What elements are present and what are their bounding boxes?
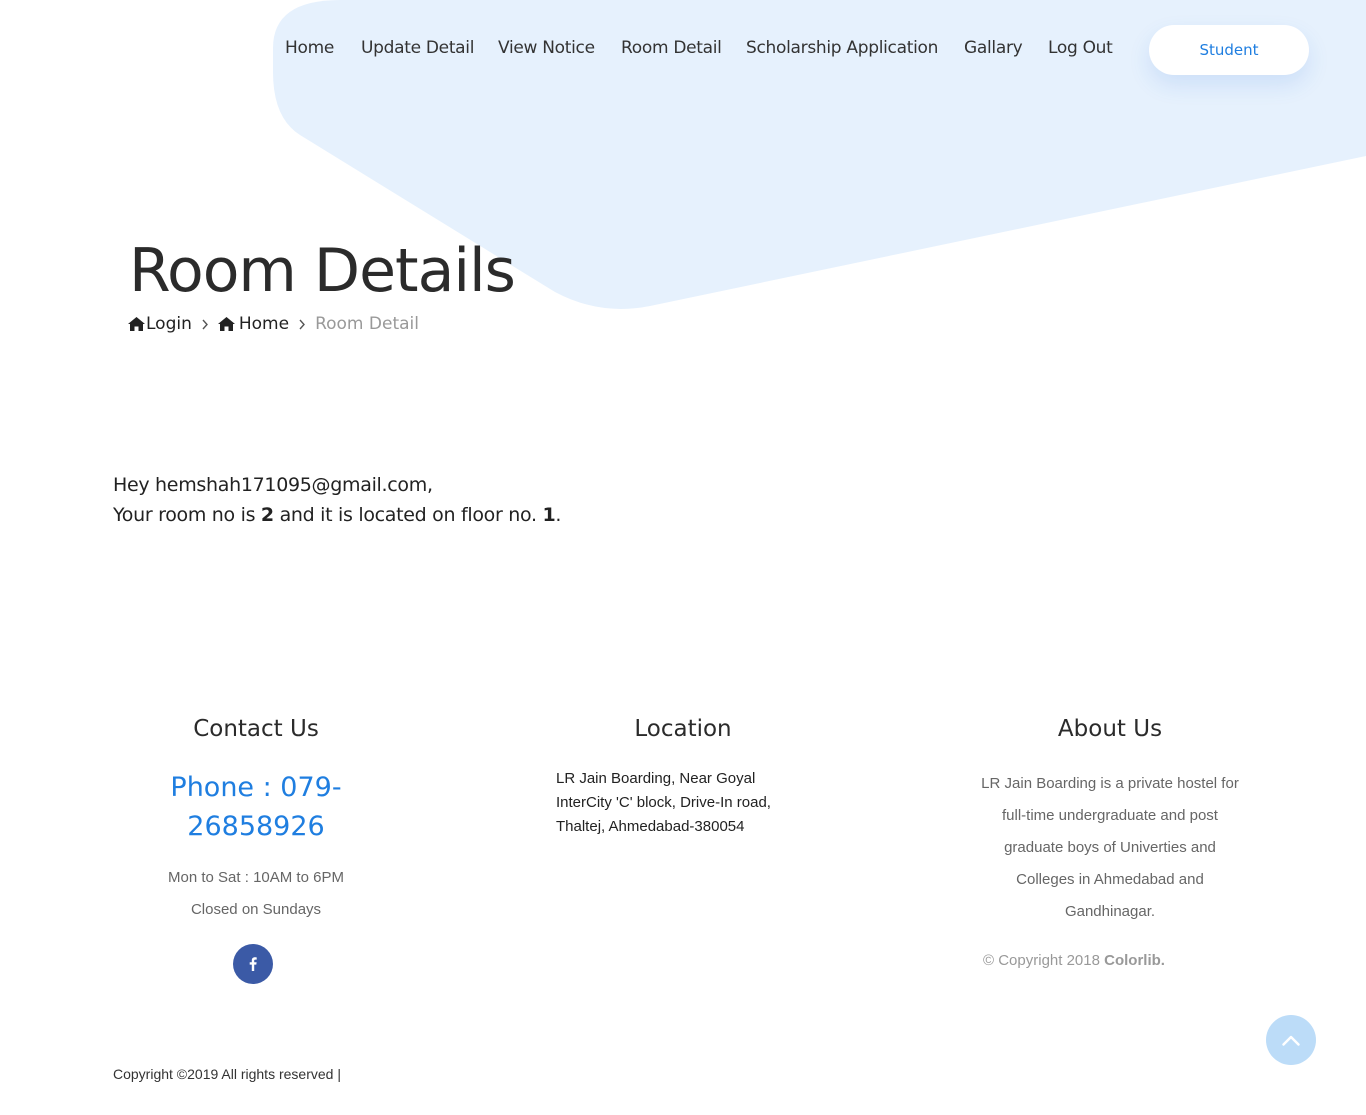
phone-number: Phone : 079-26858926 — [170, 772, 342, 842]
breadcrumb-current: Room Detail — [315, 314, 419, 334]
room-number: 2 — [260, 504, 274, 526]
copyright-prefix: © Copyright 2018 — [983, 952, 1105, 969]
room-info-text: Your room no is 2 and it is located on f… — [113, 500, 561, 530]
about-title: About Us — [1057, 716, 1163, 742]
room-info-suffix: . — [555, 504, 562, 526]
contact-title: Contact Us — [193, 716, 319, 742]
room-info-middle: and it is located on floor no. — [273, 504, 543, 526]
chevron-right-icon — [201, 319, 209, 330]
closed-text: Closed on Sundays — [190, 901, 322, 918]
facebook-icon — [249, 957, 257, 971]
room-info-prefix: Your room no is — [113, 504, 261, 526]
nav-update-detail[interactable]: Update Detail — [361, 38, 474, 58]
breadcrumb: Login Home Room Detail — [128, 314, 419, 334]
bottom-copyright: Copyright ©2019 All rights reserved | — [113, 1066, 341, 1082]
student-button[interactable]: Student — [1149, 25, 1309, 75]
copyright-2018: © Copyright 2018 Colorlib. — [983, 952, 1165, 969]
floor-number: 1 — [542, 504, 556, 526]
page-title: Room Details — [129, 236, 516, 306]
home-icon — [128, 317, 145, 331]
room-message: Hey hemshah171095@gmail.com, Your room n… — [113, 470, 561, 530]
greeting-text: Hey hemshah171095@gmail.com, — [113, 474, 433, 496]
office-hours: Mon to Sat : 10AM to 6PM Closed on Sunda… — [130, 862, 382, 926]
colorlib-link[interactable]: Colorlib. — [1104, 952, 1165, 969]
about-text: LR Jain Boarding is a private hostel for… — [981, 775, 1239, 920]
chevron-right-icon — [298, 319, 306, 330]
chevron-up-icon — [1282, 1035, 1300, 1046]
facebook-button[interactable] — [233, 944, 273, 984]
nav-scholarship-application[interactable]: Scholarship Application — [746, 38, 938, 58]
main-navigation: Home Update Detail View Notice Room Deta… — [0, 0, 1366, 100]
nav-room-detail[interactable]: Room Detail — [621, 38, 722, 58]
breadcrumb-home[interactable]: Home — [217, 314, 290, 334]
scroll-to-top-button[interactable] — [1266, 1015, 1316, 1065]
location-title: Location — [634, 716, 732, 742]
nav-view-notice[interactable]: View Notice — [498, 38, 595, 58]
nav-log-out[interactable]: Log Out — [1048, 38, 1113, 58]
address-text: LR Jain Boarding, Near Goyal InterCity '… — [556, 770, 771, 835]
breadcrumb-home-label: Home — [238, 314, 290, 334]
breadcrumb-login[interactable]: Login — [128, 314, 192, 334]
nav-gallary[interactable]: Gallary — [964, 38, 1023, 58]
hours-text: Mon to Sat : 10AM to 6PM — [168, 869, 344, 886]
home-icon — [217, 317, 235, 331]
breadcrumb-login-label: Login — [146, 314, 192, 334]
nav-home[interactable]: Home — [285, 38, 334, 58]
